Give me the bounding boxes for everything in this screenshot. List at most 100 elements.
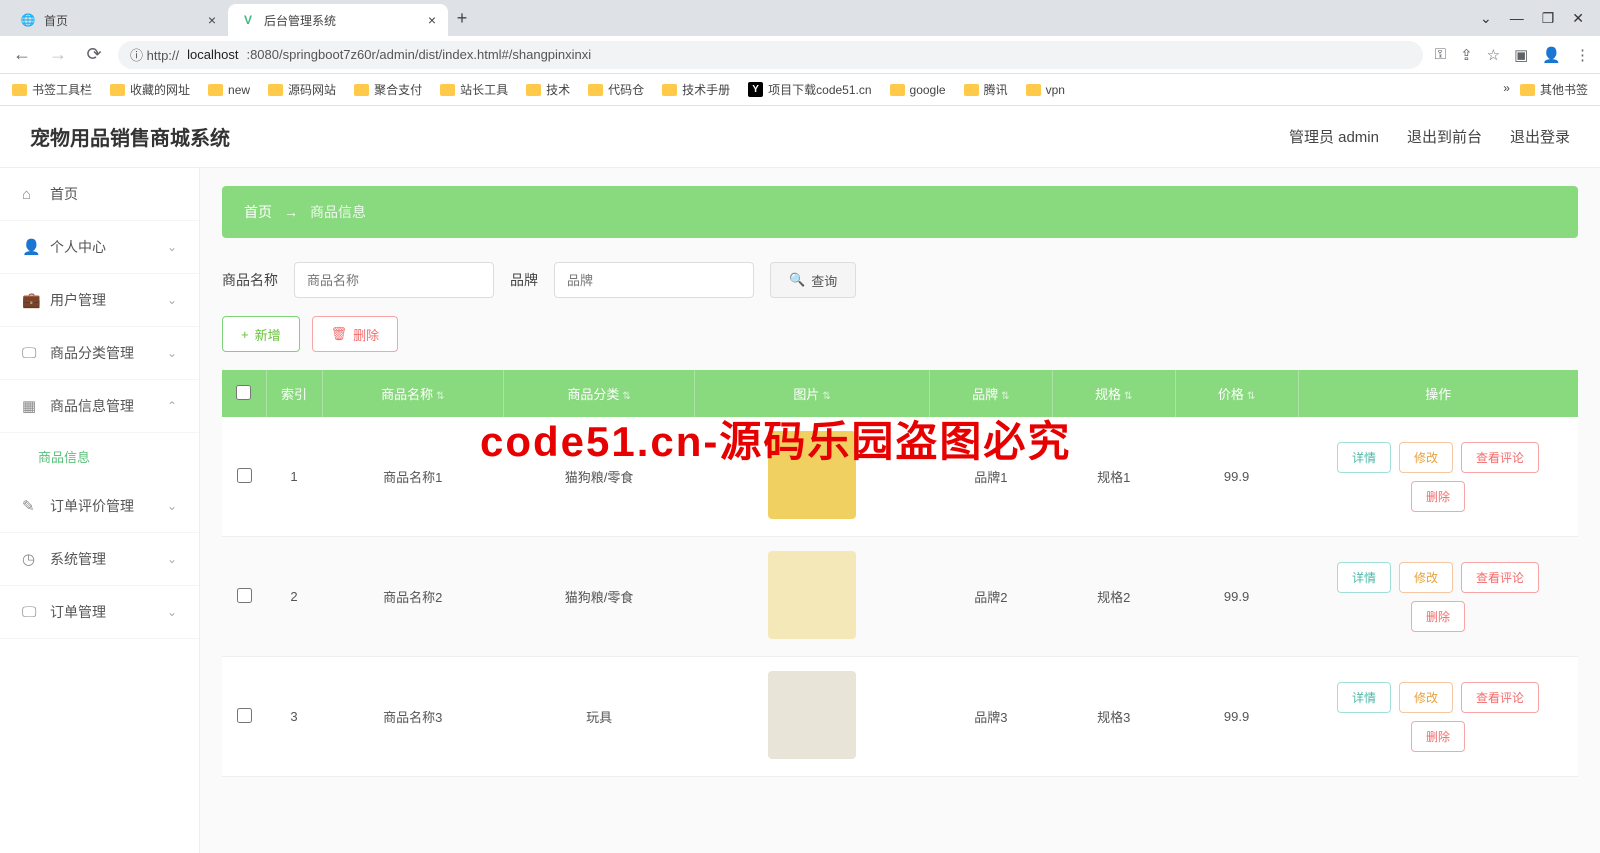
bookmark-item[interactable]: 书签工具栏 (12, 81, 92, 98)
sidebar-item-system[interactable]: ◷系统管理⌄ (0, 533, 199, 586)
sidebar-item-category[interactable]: 🖵商品分类管理⌄ (0, 327, 199, 380)
product-image (768, 551, 856, 639)
bookmark-item[interactable]: 聚合支付 (354, 81, 422, 98)
name-input[interactable] (294, 262, 494, 298)
delete-button[interactable]: 🗑删除 (312, 316, 399, 352)
th-index[interactable]: 索引 (266, 370, 322, 417)
bookmark-item[interactable]: Y项目下载code51.cn (748, 81, 871, 98)
add-button[interactable]: +新增 (222, 316, 300, 352)
search-bar: 商品名称 品牌 🔍查询 (222, 262, 1578, 298)
menu-icon[interactable]: ⋮ (1575, 46, 1590, 64)
th-name[interactable]: 商品名称⇅ (322, 370, 504, 417)
cell-ops: 详情 修改 查看评论 删除 (1298, 657, 1578, 777)
view-comment-button[interactable]: 查看评论 (1461, 682, 1539, 713)
bookmark-item[interactable]: new (208, 83, 250, 97)
detail-button[interactable]: 详情 (1337, 562, 1391, 593)
row-delete-button[interactable]: 删除 (1411, 481, 1465, 512)
row-delete-button[interactable]: 删除 (1411, 601, 1465, 632)
cell-category: 猫狗粮/零食 (504, 537, 695, 657)
bookmark-item[interactable]: 源码网站 (268, 81, 336, 98)
sidebar-item-orders[interactable]: 🖵订单管理⌄ (0, 586, 199, 639)
app-title: 宠物用品销售商城系统 (30, 122, 230, 151)
url-input[interactable]: ⓘ http://localhost:8080/springboot7z60r/… (118, 41, 1423, 69)
info-icon: ⓘ http:// (130, 45, 179, 64)
bookmark-item[interactable]: 技术 (526, 81, 570, 98)
bookmark-item[interactable]: google (890, 83, 946, 97)
bookmark-item[interactable]: vpn (1026, 83, 1065, 97)
sidebar-item-products[interactable]: ▦商品信息管理⌃ (0, 380, 199, 433)
share-icon[interactable]: ⇪ (1460, 46, 1473, 64)
reload-button[interactable]: ⟳ (82, 44, 106, 65)
folder-icon (890, 84, 905, 96)
logout-link[interactable]: 退出登录 (1510, 126, 1570, 147)
forward-button[interactable]: → (46, 44, 70, 65)
detail-button[interactable]: 详情 (1337, 682, 1391, 713)
bookmark-chevron-icon[interactable]: » (1503, 81, 1510, 98)
sidebar-item-reviews[interactable]: ✎订单评价管理⌄ (0, 480, 199, 533)
folder-icon (268, 84, 283, 96)
cell-index: 2 (266, 537, 322, 657)
row-checkbox[interactable] (237, 588, 252, 603)
sidebar-item-profile[interactable]: 👤个人中心⌄ (0, 221, 199, 274)
profile-icon[interactable]: 👤 (1542, 46, 1561, 64)
bookmark-item[interactable]: 腾讯 (964, 81, 1008, 98)
new-tab-button[interactable]: + (448, 8, 476, 29)
key-icon[interactable]: ⚿ (1435, 46, 1446, 64)
edit-button[interactable]: 修改 (1399, 442, 1453, 473)
bookmark-item[interactable]: 站长工具 (440, 81, 508, 98)
detail-button[interactable]: 详情 (1337, 442, 1391, 473)
bookmark-item[interactable]: 技术手册 (662, 81, 730, 98)
row-checkbox[interactable] (237, 708, 252, 723)
close-window-icon[interactable]: ✕ (1572, 10, 1584, 27)
edit-button[interactable]: 修改 (1399, 562, 1453, 593)
back-button[interactable]: ← (10, 44, 34, 65)
sidebar-item-users[interactable]: 💼用户管理⌄ (0, 274, 199, 327)
browser-tab-1[interactable]: V 后台管理系统 × (228, 4, 448, 36)
folder-icon (526, 84, 541, 96)
chevron-down-icon[interactable]: ⌄ (1480, 10, 1492, 27)
cell-index: 3 (266, 657, 322, 777)
cell-name: 商品名称2 (322, 537, 504, 657)
browser-tab-0[interactable]: 🌐 首页 × (8, 4, 228, 36)
close-icon[interactable]: × (208, 12, 216, 28)
folder-icon (662, 84, 677, 96)
th-price[interactable]: 价格⇅ (1175, 370, 1298, 417)
close-icon[interactable]: × (428, 12, 436, 28)
tab-bar: 🌐 首页 × V 后台管理系统 × + ⌄ — ❐ ✕ (0, 0, 1600, 36)
view-comment-button[interactable]: 查看评论 (1461, 442, 1539, 473)
search-icon: 🔍 (789, 272, 805, 288)
search-button[interactable]: 🔍查询 (770, 262, 856, 298)
sidebar-item-home[interactable]: ⌂首页 (0, 168, 199, 221)
star-icon[interactable]: ☆ (1487, 46, 1500, 64)
select-all-checkbox[interactable] (236, 385, 251, 400)
th-spec[interactable]: 规格⇅ (1052, 370, 1175, 417)
breadcrumb-home[interactable]: 首页 (244, 202, 272, 222)
chevron-up-icon: ⌃ (167, 399, 177, 413)
cell-brand: 品牌3 (929, 657, 1052, 777)
bookmark-item[interactable]: 收藏的网址 (110, 81, 190, 98)
exit-front-link[interactable]: 退出到前台 (1407, 126, 1482, 147)
sort-icon: ⇅ (822, 391, 830, 402)
row-checkbox[interactable] (237, 468, 252, 483)
folder-icon (1520, 84, 1535, 96)
th-brand[interactable]: 品牌⇅ (929, 370, 1052, 417)
cell-image (695, 657, 930, 777)
cell-price: 99.9 (1175, 657, 1298, 777)
th-image[interactable]: 图片⇅ (695, 370, 930, 417)
edit-button[interactable]: 修改 (1399, 682, 1453, 713)
maximize-icon[interactable]: ❐ (1542, 10, 1555, 27)
view-comment-button[interactable]: 查看评论 (1461, 562, 1539, 593)
y-icon: Y (748, 82, 763, 97)
bookmark-other[interactable]: 其他书签 (1520, 81, 1588, 98)
sidebar-sub-product-info[interactable]: 商品信息 (0, 433, 199, 480)
cell-image (695, 417, 930, 537)
extension-icon[interactable]: ▣ (1514, 46, 1528, 64)
brand-input[interactable] (554, 262, 754, 298)
minimize-icon[interactable]: — (1510, 10, 1524, 27)
bookmark-item[interactable]: 代码仓 (588, 81, 644, 98)
row-delete-button[interactable]: 删除 (1411, 721, 1465, 752)
user-label[interactable]: 管理员 admin (1289, 126, 1379, 147)
cell-name: 商品名称1 (322, 417, 504, 537)
breadcrumb-current: 商品信息 (310, 202, 366, 222)
th-category[interactable]: 商品分类⇅ (504, 370, 695, 417)
